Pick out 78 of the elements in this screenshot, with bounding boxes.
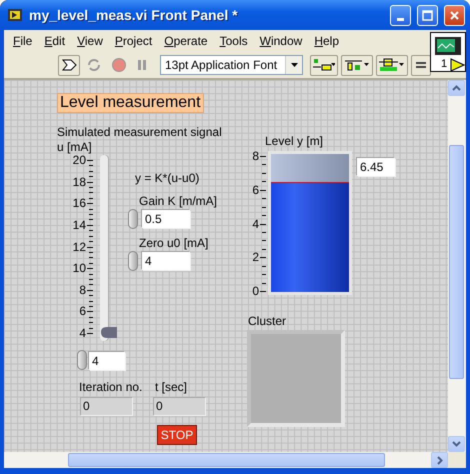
- scale-ticks-icon: [260, 156, 267, 292]
- font-dropdown[interactable]: 13pt Application Font: [160, 55, 303, 75]
- increment-arrows[interactable]: [128, 251, 138, 271]
- slider-value-field[interactable]: 4: [89, 352, 125, 370]
- zero-field[interactable]: 4: [142, 252, 190, 270]
- increment-arrows[interactable]: [77, 350, 87, 370]
- zero-label: Zero u0 [mA]: [139, 236, 208, 251]
- align-objects-button[interactable]: [310, 54, 338, 76]
- close-icon: [449, 10, 460, 20]
- scale-label: 8: [79, 284, 86, 296]
- arrow-icon: [61, 58, 77, 72]
- tank-label: Level y [m]: [265, 134, 324, 149]
- scroll-up-button[interactable]: [448, 80, 465, 96]
- pane-number: 1: [441, 58, 448, 70]
- stop-button[interactable]: STOP: [157, 425, 197, 445]
- scale-label: 14: [72, 218, 86, 231]
- menu-item[interactable]: View: [71, 34, 109, 48]
- menu-item[interactable]: Project: [108, 34, 158, 48]
- close-button[interactable]: [444, 4, 465, 26]
- slider-label: Simulated measurement signal u [mA]: [57, 125, 222, 155]
- slider-thumb[interactable]: [100, 326, 118, 339]
- iteration-label: Iteration no.: [79, 380, 142, 395]
- slider-track[interactable]: [100, 155, 108, 341]
- scale-label: 6: [79, 305, 86, 318]
- resize-objects-button[interactable]: [376, 54, 408, 76]
- menu-item[interactable]: Window: [254, 34, 308, 48]
- scale-label: 12: [72, 240, 86, 252]
- cluster-label: Cluster: [248, 314, 286, 329]
- maximize-icon: [422, 10, 433, 20]
- gain-field[interactable]: 0.5: [142, 210, 190, 228]
- iteration-readout: 0: [80, 397, 132, 415]
- time-readout: 0: [153, 397, 205, 415]
- menu-item[interactable]: Tools: [214, 34, 254, 48]
- distribute-icon: [344, 58, 370, 72]
- gain-label: Gain K [m/mA]: [139, 194, 218, 209]
- menu-item[interactable]: Operate: [158, 34, 214, 48]
- vi-icon: [7, 7, 23, 23]
- time-label: t [sec]: [155, 380, 188, 395]
- scroll-right-button[interactable]: [431, 452, 448, 468]
- scale-label: 10: [72, 262, 86, 274]
- scale-label: 20: [72, 154, 86, 166]
- scale-label: 18: [72, 176, 86, 188]
- level-readout: 6.45: [357, 158, 395, 176]
- window-title: my_level_meas.vi Front Panel *: [29, 7, 239, 23]
- formula-text: y = K*(u-u0): [135, 171, 200, 186]
- panel-heading: Level measurement: [57, 93, 204, 113]
- maximize-button[interactable]: [417, 4, 438, 26]
- chevron-up-icon: [452, 85, 461, 91]
- vertical-scrollbar[interactable]: [448, 80, 466, 452]
- scroll-down-button[interactable]: [448, 436, 465, 452]
- menu-item[interactable]: Edit: [38, 34, 72, 48]
- scroll-thumb[interactable]: [449, 145, 464, 379]
- scale-label: 8: [252, 150, 259, 162]
- minimize-icon: [397, 18, 404, 20]
- horizontal-scrollbar[interactable]: [4, 452, 448, 468]
- chevron-right-icon: [436, 456, 442, 464]
- run-button[interactable]: [58, 54, 80, 76]
- scale-label: 16: [72, 197, 86, 210]
- menu-item[interactable]: File: [7, 34, 38, 48]
- scroll-thumb[interactable]: [68, 453, 385, 467]
- resize-icon: [379, 58, 405, 72]
- connector-pane-icon[interactable]: 1: [430, 32, 466, 72]
- reorder-button[interactable]: [411, 54, 431, 76]
- scale-label: 2: [252, 251, 259, 264]
- distribute-objects-button[interactable]: [341, 54, 373, 76]
- align-icon: [313, 58, 335, 72]
- caret-icon: [290, 63, 298, 67]
- menu-item[interactable]: Help: [308, 34, 345, 48]
- scale-label: 4: [252, 218, 259, 230]
- scale-label: 0: [252, 285, 259, 297]
- circular-arrows-icon: [86, 58, 102, 72]
- scale-label: 6: [252, 184, 259, 196]
- increment-arrows[interactable]: [128, 209, 138, 229]
- minimize-button[interactable]: [390, 4, 411, 26]
- chevron-down-icon: [452, 441, 461, 447]
- pause-icon: [136, 58, 148, 72]
- scale-label: 4: [79, 327, 86, 339]
- scale-ticks-icon: [87, 160, 94, 334]
